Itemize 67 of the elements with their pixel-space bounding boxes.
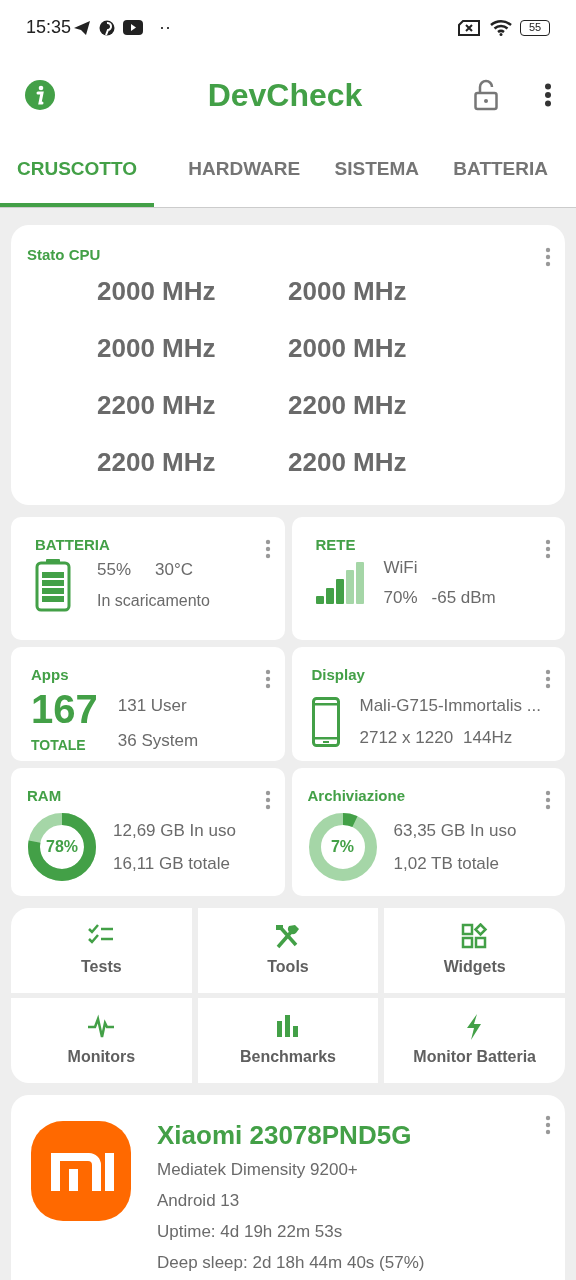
card-title: Apps [31,665,69,685]
dots-text: ·· [159,16,172,39]
battery-status: 55 [520,19,550,36]
apps-total: 167 [31,689,98,729]
core-frequency: 2200 MHz [288,389,408,422]
uptime-text: Uptime: 4d 19h 22m 53s [157,1220,344,1243]
shortcut-button[interactable]: Tests [11,908,192,993]
card-title: RETE [315,535,356,555]
card-title: Stato CPU [27,245,101,265]
usage-donut [27,812,97,882]
clock-text: 15:35 [26,16,72,39]
refresh-rate: 144Hz [463,726,513,749]
core-frequency: 2000 MHz [288,275,408,308]
deep-sleep-text: Deep sleep: 2d 18h 44m 40s (57%) [157,1251,425,1274]
temperature-text: 30°C [155,559,193,581]
smartphone-icon [311,696,340,747]
sim-off-icon [458,19,480,36]
total-amount: 1,02 TB totale [393,853,501,875]
connection-type: WiFi [383,557,419,579]
device-name: Xiaomi 23078PND5G [157,1121,413,1150]
info-icon[interactable] [24,79,56,111]
app-title: DevCheck [206,76,364,115]
signal-strength: -65 dBm [431,586,496,609]
system-apps-count: 36 System [117,729,199,752]
used-amount: 63,35 GB In uso [393,819,517,842]
core-frequency: 2000 MHz [97,275,217,308]
more-options-icon[interactable] [544,83,552,107]
shortcut-button[interactable]: Benchmarks [197,998,379,1083]
total-amount: 16,11 GB totale [113,853,231,875]
android-version: Android 13 [157,1189,241,1212]
card-title: RAM [27,786,62,806]
core-frequency: 2200 MHz [97,446,217,479]
card-title: BATTERIA [35,535,110,555]
shortcut-button[interactable]: Monitor Batteria [384,998,565,1083]
screen-resolution: 2712 x 1220 [359,726,454,749]
widgets-icon [460,922,489,951]
battery-status-text: In scaricamento [97,590,210,611]
gpu-name: Mali-G715-Immortalis ... [359,695,541,717]
user-apps-count: 131 User [117,695,188,717]
tab[interactable]: BATTERIA [453,135,548,207]
tab[interactable]: SISTEMA [334,135,419,207]
chipset-text: Mediatek Dimensity 9200+ [157,1158,359,1181]
signal-bars-icon [315,561,366,604]
battery-icon [35,557,71,612]
total-label: TOTALE [31,736,87,755]
core-frequency: 2000 MHz [288,332,408,365]
shortcut-button[interactable]: Widgets [384,908,565,993]
wifi-icon [490,19,512,36]
battery-percent: 55% [97,559,132,581]
tab[interactable]: CRUSCOTTO [0,135,154,207]
used-amount: 12,69 GB In uso [113,819,236,842]
usage-percent: 78% [46,837,78,857]
core-frequency: 2200 MHz [97,389,217,422]
unlocked-padlock-icon[interactable] [474,79,498,111]
signal-percent: 70% [383,586,418,609]
usage-donut [307,812,378,882]
card-title: Display [311,665,365,685]
play-icon [123,20,144,35]
core-frequency: 2000 MHz [97,332,217,365]
shortcut-button[interactable]: Tools [197,908,379,993]
usage-percent: 7% [330,837,355,857]
card-title: Archiviazione [307,786,406,806]
core-frequency: 2200 MHz [288,446,408,479]
tab[interactable]: HARDWARE [188,135,301,207]
wrench-screwdriver-icon [274,922,302,951]
shortcut-button[interactable]: Monitors [11,998,192,1083]
paper-plane-icon [73,19,92,36]
